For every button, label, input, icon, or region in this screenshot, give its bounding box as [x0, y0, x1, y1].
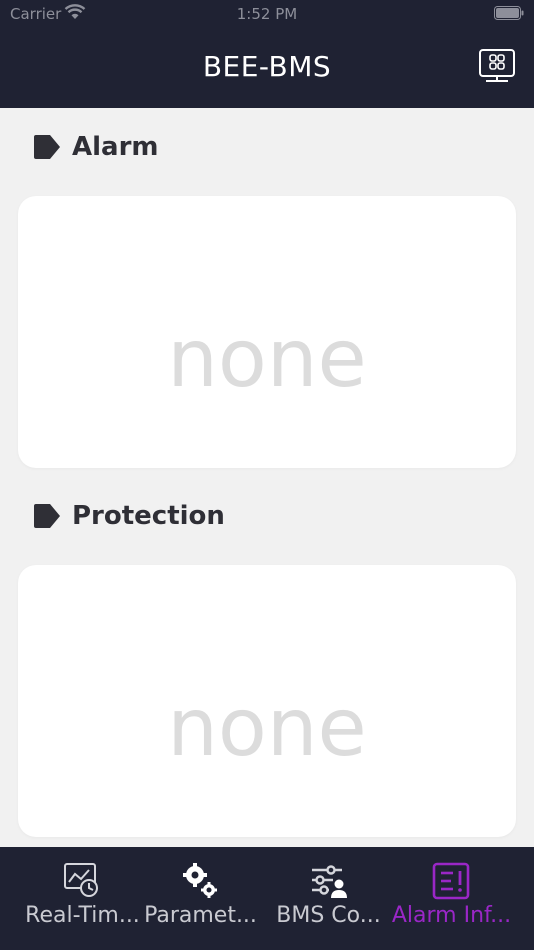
alarm-info-icon: [432, 862, 470, 900]
battery-icon: [494, 6, 524, 24]
navigation-bar: BEE-BMS: [0, 28, 534, 108]
empty-state-text: none: [167, 312, 367, 405]
alarm-section-header: Alarm: [34, 130, 159, 164]
tab-real-time[interactable]: Real-Tim...: [16, 847, 149, 950]
tab-alarm-info[interactable]: Alarm Inf...: [385, 847, 518, 950]
tab-parameters[interactable]: Paramet...: [134, 847, 267, 950]
tab-bar: Real-Tim... Paramet... BMS Co... Alarm I…: [0, 847, 534, 950]
empty-state-text: none: [167, 681, 367, 774]
tab-label: Paramet...: [144, 903, 257, 928]
sliders-user-icon: [309, 862, 347, 900]
tab-label: Alarm Inf...: [391, 903, 512, 928]
monitor-grid-icon[interactable]: [478, 48, 516, 86]
alarm-card: none: [18, 196, 516, 468]
section-title: Alarm: [72, 132, 159, 162]
page-title: BEE-BMS: [202, 50, 332, 83]
status-time: 1:52 PM: [236, 5, 298, 23]
protection-section-header: Protection: [34, 499, 225, 533]
protection-card: none: [18, 565, 516, 837]
section-title: Protection: [72, 501, 225, 531]
realtime-chart-icon: [63, 862, 101, 900]
tag-icon: [34, 504, 60, 528]
status-bar: Carrier 1:52 PM: [0, 0, 534, 28]
gears-icon: [181, 862, 219, 900]
tag-icon: [34, 135, 60, 159]
tab-bms-control[interactable]: BMS Co...: [262, 847, 395, 950]
